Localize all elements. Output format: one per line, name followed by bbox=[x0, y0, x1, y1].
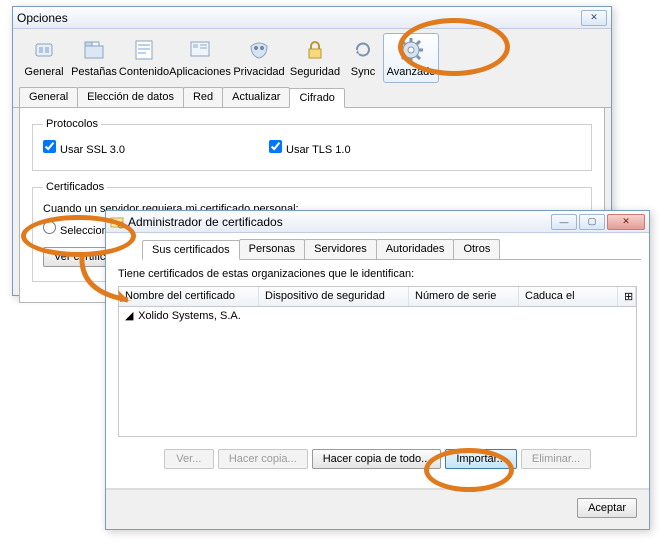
tab-people[interactable]: Personas bbox=[239, 239, 305, 259]
certmgr-intro: Tiene certificados de estas organizacion… bbox=[118, 268, 637, 280]
accept-button[interactable]: Aceptar bbox=[577, 498, 637, 518]
options-toolbar: General Pestañas Contenido Aplicaciones … bbox=[13, 29, 611, 83]
tls-checkbox[interactable]: Usar TLS 1.0 bbox=[269, 140, 351, 156]
tool-privacy[interactable]: Privacidad bbox=[231, 33, 287, 83]
cert-icon bbox=[110, 215, 124, 229]
close-button[interactable]: ✕ bbox=[607, 214, 645, 230]
options-titlebar: Opciones ✕ bbox=[13, 7, 611, 29]
view-button: Ver... bbox=[164, 449, 214, 469]
delete-button: Eliminar... bbox=[521, 449, 591, 469]
col-name[interactable]: Nombre del certificado bbox=[119, 287, 259, 306]
tool-tabs[interactable]: Pestañas bbox=[69, 33, 119, 83]
tab-others[interactable]: Otros bbox=[453, 239, 500, 259]
mask-icon bbox=[245, 36, 273, 64]
tool-content[interactable]: Contenido bbox=[119, 33, 169, 83]
content-icon bbox=[130, 36, 158, 64]
options-title: Opciones bbox=[17, 11, 68, 25]
subtab-general[interactable]: General bbox=[19, 87, 78, 107]
cert-org-name: Xolido Systems, S.A. bbox=[138, 310, 241, 322]
subtab-datachoice[interactable]: Elección de datos bbox=[77, 87, 184, 107]
protocols-legend: Protocolos bbox=[43, 118, 101, 130]
col-device[interactable]: Dispositivo de seguridad bbox=[259, 287, 409, 306]
tab-yourcerts[interactable]: Sus certificados bbox=[142, 240, 240, 260]
minimize-button[interactable]: — bbox=[551, 214, 577, 230]
cert-list-body[interactable]: ◢ Xolido Systems, S.A. bbox=[118, 307, 637, 437]
subtab-update[interactable]: Actualizar bbox=[222, 87, 290, 107]
apps-icon bbox=[186, 36, 214, 64]
certmgr-tabs: Sus certificados Personas Servidores Aut… bbox=[142, 239, 641, 260]
certmgr-footer: Aceptar bbox=[106, 489, 649, 526]
import-button[interactable]: Importar... bbox=[445, 449, 517, 469]
certmgr-title: Administrador de certificados bbox=[128, 215, 283, 229]
gear-icon bbox=[397, 36, 425, 64]
subtab-encryption[interactable]: Cifrado bbox=[289, 88, 344, 108]
options-subtabs: General Elección de datos Red Actualizar… bbox=[13, 83, 611, 108]
tab-servers[interactable]: Servidores bbox=[304, 239, 377, 259]
backup-all-button[interactable]: Hacer copia de todo... bbox=[312, 449, 442, 469]
col-config-icon[interactable]: ⊞ bbox=[618, 287, 636, 306]
sync-icon bbox=[349, 36, 377, 64]
switch-icon bbox=[30, 36, 58, 64]
close-button[interactable]: ✕ bbox=[581, 10, 607, 26]
tool-sync[interactable]: Sync bbox=[343, 33, 383, 83]
tool-general[interactable]: General bbox=[19, 33, 69, 83]
tool-advanced[interactable]: Avanzado bbox=[383, 33, 439, 83]
tabs-icon bbox=[80, 36, 108, 64]
backup-button: Hacer copia... bbox=[218, 449, 308, 469]
protocols-group: Protocolos Usar SSL 3.0 Usar TLS 1.0 bbox=[32, 118, 592, 171]
lock-icon bbox=[301, 36, 329, 64]
certmgr-titlebar: Administrador de certificados — ▢ ✕ bbox=[106, 211, 649, 233]
certmgr-action-buttons: Ver... Hacer copia... Hacer copia de tod… bbox=[118, 437, 637, 473]
col-expires[interactable]: Caduca el bbox=[519, 287, 618, 306]
ssl-checkbox[interactable]: Usar SSL 3.0 bbox=[43, 140, 263, 156]
tab-authorities[interactable]: Autoridades bbox=[376, 239, 455, 259]
certificates-legend: Certificados bbox=[43, 181, 107, 193]
maximize-button[interactable]: ▢ bbox=[579, 214, 605, 230]
cert-manager-window: Administrador de certificados — ▢ ✕ Sus … bbox=[105, 210, 650, 530]
tool-apps[interactable]: Aplicaciones bbox=[169, 33, 231, 83]
tool-security[interactable]: Seguridad bbox=[287, 33, 343, 83]
subtab-network[interactable]: Red bbox=[183, 87, 223, 107]
cert-list-header: Nombre del certificado Dispositivo de se… bbox=[118, 286, 637, 307]
expand-icon[interactable]: ◢ bbox=[125, 309, 135, 322]
col-serial[interactable]: Número de serie bbox=[409, 287, 519, 306]
table-row[interactable]: ◢ Xolido Systems, S.A. bbox=[119, 307, 636, 324]
